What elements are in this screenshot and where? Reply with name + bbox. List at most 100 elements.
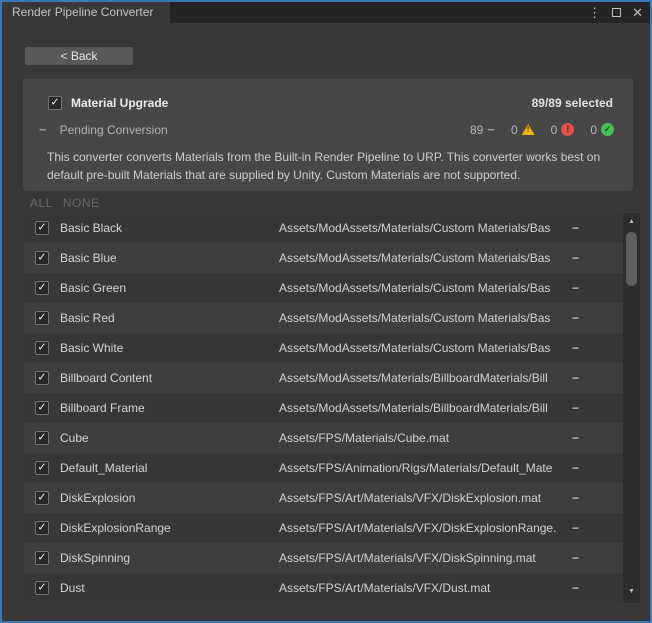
material-upgrade-checkbox[interactable]: ✓: [48, 96, 62, 110]
scroll-down-icon[interactable]: ▼: [623, 587, 640, 597]
check-icon: ✓: [50, 97, 59, 108]
material-name: Billboard Content: [60, 371, 152, 385]
status-dash-icon: −: [572, 521, 579, 535]
check-icon: ✓: [37, 342, 46, 353]
check-icon: ✓: [37, 432, 46, 443]
close-icon[interactable]: ✕: [632, 6, 643, 19]
material-path: Assets/ModAssets/Materials/Custom Materi…: [279, 311, 588, 325]
render-pipeline-converter-window: Render Pipeline Converter ⋮ ✕ < Back ✓ M…: [0, 0, 652, 623]
status-dash-icon: −: [572, 221, 579, 235]
converter-panel: ✓ Material Upgrade 89/89 selected − Pend…: [23, 79, 633, 191]
material-row[interactable]: ✓ Default_Material Assets/FPS/Animation/…: [24, 453, 623, 483]
material-checkbox[interactable]: ✓: [35, 521, 49, 535]
material-path: Assets/FPS/Materials/Cube.mat: [279, 431, 588, 445]
material-path: Assets/ModAssets/Materials/Custom Materi…: [279, 251, 588, 265]
materials-list: ✓ Basic Black Assets/ModAssets/Materials…: [24, 213, 640, 603]
check-icon: ✓: [37, 312, 46, 323]
scroll-thumb[interactable]: [626, 232, 637, 286]
material-name: Basic Red: [60, 311, 115, 325]
material-checkbox[interactable]: ✓: [35, 401, 49, 415]
select-all-button[interactable]: ALL: [30, 196, 53, 210]
window-controls: ⋮ ✕: [588, 2, 643, 23]
material-path: Assets/FPS/Art/Materials/VFX/DiskExplosi…: [279, 521, 588, 535]
material-path: Assets/ModAssets/Materials/BillboardMate…: [279, 371, 588, 385]
check-icon: ✓: [37, 222, 46, 233]
pending-count: 89: [470, 123, 483, 137]
select-none-button[interactable]: NONE: [63, 196, 100, 210]
material-row[interactable]: ✓ DiskExplosionRange Assets/FPS/Art/Mate…: [24, 513, 623, 543]
material-checkbox[interactable]: ✓: [35, 251, 49, 265]
scroll-up-icon[interactable]: ▲: [623, 217, 640, 227]
material-checkbox[interactable]: ✓: [35, 461, 49, 475]
check-icon: ✓: [37, 372, 46, 383]
error-count: 0: [551, 123, 558, 137]
material-name: Basic Black: [60, 221, 122, 235]
converter-title: Material Upgrade: [71, 96, 168, 110]
material-path: Assets/ModAssets/Materials/Custom Materi…: [279, 221, 588, 235]
material-checkbox[interactable]: ✓: [35, 491, 49, 505]
material-row[interactable]: ✓ Billboard Content Assets/ModAssets/Mat…: [24, 363, 623, 393]
success-icon: ✓: [601, 123, 614, 136]
material-row[interactable]: ✓ DiskExplosion Assets/FPS/Art/Materials…: [24, 483, 623, 513]
material-path: Assets/ModAssets/Materials/Custom Materi…: [279, 341, 588, 355]
material-name: Basic Blue: [60, 251, 117, 265]
material-row[interactable]: ✓ Basic Black Assets/ModAssets/Materials…: [24, 213, 623, 243]
status-dash-icon: −: [572, 251, 579, 265]
check-icon: ✓: [37, 252, 46, 263]
material-checkbox[interactable]: ✓: [35, 281, 49, 295]
pending-dash-icon: −: [39, 123, 47, 136]
warning-count: 0: [511, 123, 518, 137]
converter-description: This converter converts Materials from t…: [47, 148, 617, 184]
check-icon: ✓: [37, 462, 46, 473]
material-name: Billboard Frame: [60, 401, 145, 415]
material-name: Dust: [60, 581, 85, 595]
tab-render-pipeline-converter[interactable]: Render Pipeline Converter: [2, 2, 170, 23]
check-icon: ✓: [37, 552, 46, 563]
material-row[interactable]: ✓ Basic Blue Assets/ModAssets/Materials/…: [24, 243, 623, 273]
status-dash-icon: −: [572, 461, 579, 475]
titlebar: Render Pipeline Converter ⋮ ✕: [2, 2, 650, 23]
material-name: Default_Material: [60, 461, 147, 475]
material-checkbox[interactable]: ✓: [35, 311, 49, 325]
material-path: Assets/FPS/Art/Materials/VFX/DiskExplosi…: [279, 491, 588, 505]
material-checkbox[interactable]: ✓: [35, 551, 49, 565]
maximize-icon[interactable]: [612, 8, 621, 17]
material-row[interactable]: ✓ Billboard Frame Assets/ModAssets/Mater…: [24, 393, 623, 423]
status-dash-icon: −: [572, 431, 579, 445]
status-counts: 89 − 0 ! 0 ! 0 ✓: [470, 123, 614, 137]
material-name: DiskSpinning: [60, 551, 130, 565]
status-dash-icon: −: [572, 371, 579, 385]
check-icon: ✓: [37, 402, 46, 413]
material-row[interactable]: ✓ Basic Red Assets/ModAssets/Materials/C…: [24, 303, 623, 333]
back-button[interactable]: < Back: [24, 46, 134, 66]
material-row[interactable]: ✓ Dust Assets/FPS/Art/Materials/VFX/Dust…: [24, 573, 623, 603]
window-title: Render Pipeline Converter: [12, 5, 153, 19]
status-dash-icon: −: [572, 491, 579, 505]
list-controls: ALL NONE: [30, 196, 100, 210]
check-icon: ✓: [37, 492, 46, 503]
check-icon: ✓: [37, 522, 46, 533]
status-dash-icon: −: [572, 551, 579, 565]
material-checkbox[interactable]: ✓: [35, 431, 49, 445]
material-name: Basic White: [60, 341, 123, 355]
status-dash-icon: −: [572, 401, 579, 415]
material-checkbox[interactable]: ✓: [35, 371, 49, 385]
material-checkbox[interactable]: ✓: [35, 581, 49, 595]
material-path: Assets/ModAssets/Materials/Custom Materi…: [279, 281, 588, 295]
material-row[interactable]: ✓ DiskSpinning Assets/FPS/Art/Materials/…: [24, 543, 623, 573]
status-dash-icon: −: [572, 311, 579, 325]
success-count: 0: [590, 123, 597, 137]
material-row[interactable]: ✓ Basic Green Assets/ModAssets/Materials…: [24, 273, 623, 303]
converter-header: ✓ Material Upgrade 89/89 selected: [48, 95, 613, 111]
material-row[interactable]: ✓ Cube Assets/FPS/Materials/Cube.mat −: [24, 423, 623, 453]
status-dash-icon: −: [572, 341, 579, 355]
material-row[interactable]: ✓ Basic White Assets/ModAssets/Materials…: [24, 333, 623, 363]
menu-icon[interactable]: ⋮: [588, 6, 601, 19]
check-icon: ✓: [37, 582, 46, 593]
material-checkbox[interactable]: ✓: [35, 221, 49, 235]
scrollbar[interactable]: ▲ ▼: [623, 213, 640, 603]
check-icon: ✓: [37, 282, 46, 293]
material-path: Assets/FPS/Animation/Rigs/Materials/Defa…: [279, 461, 588, 475]
material-checkbox[interactable]: ✓: [35, 341, 49, 355]
material-name: Basic Green: [60, 281, 126, 295]
